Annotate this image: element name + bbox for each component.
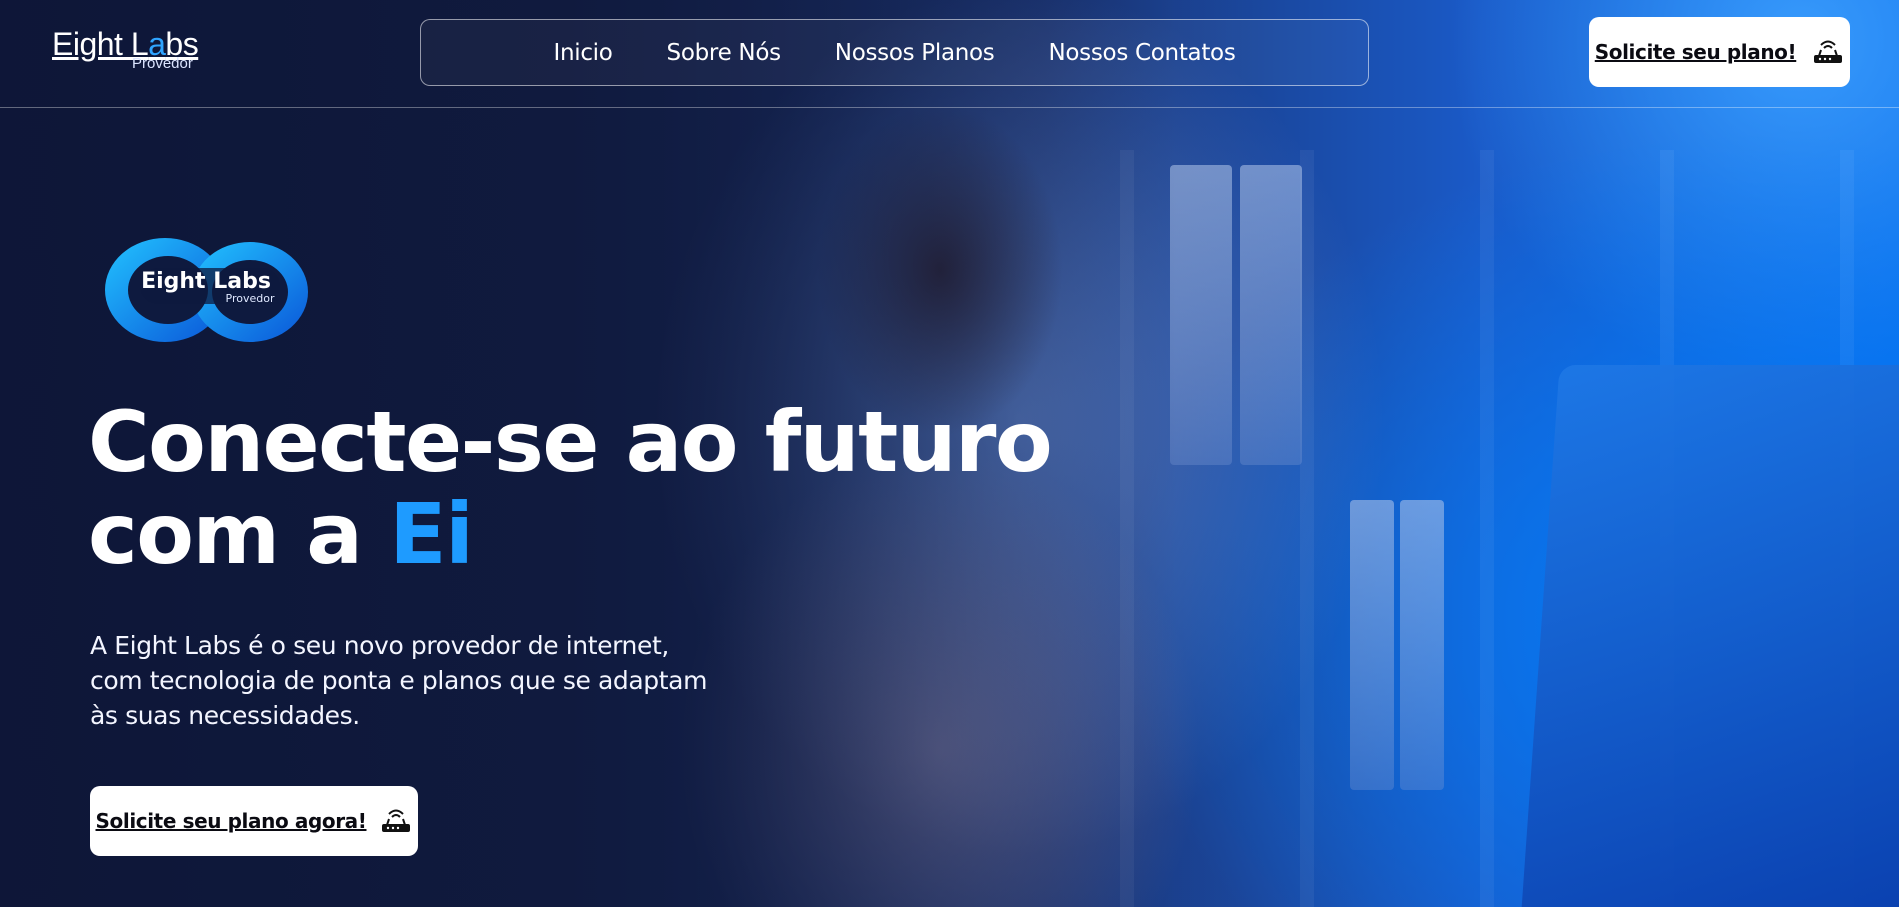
- request-plan-now-button[interactable]: Solicite seu plano agora!: [90, 786, 418, 856]
- hero-headline-accent: Ei: [389, 485, 474, 583]
- hero-logo-text: Eight Labs: [141, 269, 271, 294]
- main-nav: Inicio Sobre Nós Nossos Planos Nossos Co…: [420, 19, 1369, 86]
- site-header: Eight Labs Provedor Inicio Sobre Nós Nos…: [0, 0, 1899, 108]
- hero-headline-line1: Conecte-se ao futuro: [88, 393, 1053, 491]
- hero-section: Eight Labs Provedor Inicio Sobre Nós Nos…: [0, 0, 1899, 907]
- nav-link-nossos-contatos[interactable]: Nossos Contatos: [1049, 40, 1236, 66]
- request-plan-button[interactable]: Solicite seu plano!: [1589, 17, 1850, 87]
- router-icon: [1814, 40, 1843, 63]
- nav-link-nossos-planos[interactable]: Nossos Planos: [835, 40, 995, 66]
- brand-tagline: Provedor: [132, 55, 193, 72]
- hero-infinity-logo: Eight Labs Provedor: [105, 238, 308, 342]
- request-plan-label: Solicite seu plano!: [1594, 40, 1797, 64]
- brand-logo[interactable]: Eight Labs Provedor: [52, 26, 212, 76]
- nav-link-sobre-nos[interactable]: Sobre Nós: [667, 40, 782, 66]
- nav-link-inicio[interactable]: Inicio: [553, 40, 612, 66]
- router-icon: [382, 809, 411, 832]
- hero-description: A Eight Labs é o seu novo provedor de in…: [90, 631, 708, 730]
- hero-logo-subtext: Provedor: [226, 292, 275, 305]
- hero-headline-line2: com a: [88, 485, 390, 583]
- request-plan-now-label: Solicite seu plano agora!: [95, 809, 367, 833]
- hero-headline: Conecte-se ao futuro com a Ei: [88, 396, 1088, 580]
